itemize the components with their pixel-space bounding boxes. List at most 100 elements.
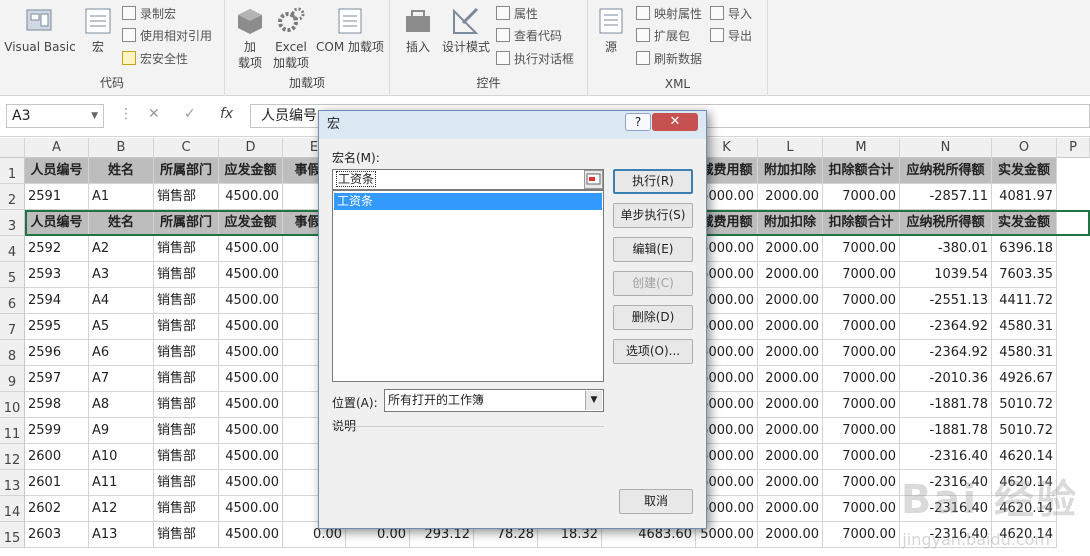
table-cell[interactable]: A4 — [89, 288, 154, 314]
table-cell[interactable]: 7603.35 — [992, 262, 1057, 288]
header-cell[interactable]: 所属部门 — [154, 158, 219, 184]
table-cell[interactable]: 2000.00 — [758, 496, 823, 522]
table-cell[interactable]: 4411.72 — [992, 288, 1057, 314]
row-header[interactable]: 3 — [0, 210, 25, 236]
create-button[interactable]: 创建(C) — [613, 271, 693, 296]
delete-button[interactable]: 删除(D) — [613, 305, 693, 330]
column-header-p[interactable]: P — [1057, 138, 1090, 158]
table-cell[interactable]: 5010.72 — [992, 392, 1057, 418]
table-cell[interactable]: 销售部 — [154, 184, 219, 210]
close-button[interactable]: ✕ — [652, 113, 698, 131]
table-cell[interactable]: 7000.00 — [823, 236, 900, 262]
table-cell[interactable]: 销售部 — [154, 522, 219, 548]
table-cell[interactable]: A12 — [89, 496, 154, 522]
header-cell[interactable]: 人员编号 — [25, 158, 89, 184]
macro-security-button[interactable]: 宏安全性 — [122, 49, 188, 69]
table-cell[interactable]: 2598 — [25, 392, 89, 418]
table-cell[interactable]: 销售部 — [154, 366, 219, 392]
insert-control-button[interactable]: 插入 — [398, 6, 438, 55]
table-cell[interactable]: 2000.00 — [758, 184, 823, 210]
com-addins-button[interactable]: COM 加载项 — [313, 6, 387, 55]
table-cell[interactable]: -1881.78 — [900, 392, 992, 418]
header-cell[interactable]: 应发金额 — [219, 210, 283, 236]
table-cell[interactable]: 7000.00 — [823, 314, 900, 340]
run-dialog-button[interactable]: 执行对话框 — [496, 49, 574, 69]
table-cell[interactable]: 4580.31 — [992, 314, 1057, 340]
table-cell[interactable]: 4500.00 — [219, 392, 283, 418]
table-cell[interactable]: 4580.31 — [992, 340, 1057, 366]
table-cell[interactable]: 4500.00 — [219, 314, 283, 340]
table-cell[interactable]: A1 — [89, 184, 154, 210]
header-cell[interactable]: 附加扣除 — [758, 158, 823, 184]
run-button[interactable]: 执行(R) — [613, 169, 693, 194]
name-box[interactable]: A3▼ — [6, 104, 104, 128]
column-header-l[interactable]: L — [758, 138, 823, 158]
visual-basic-button[interactable]: Visual Basic — [4, 6, 76, 55]
table-cell[interactable]: 4500.00 — [219, 444, 283, 470]
table-cell[interactable]: 2596 — [25, 340, 89, 366]
column-header-m[interactable]: M — [823, 138, 900, 158]
table-cell[interactable]: 2000.00 — [758, 366, 823, 392]
table-cell[interactable]: 销售部 — [154, 418, 219, 444]
table-cell[interactable]: 2603 — [25, 522, 89, 548]
macro-list[interactable]: 工资条 — [332, 190, 604, 382]
enter-icon[interactable]: ✓ — [184, 106, 196, 122]
table-cell[interactable]: 销售部 — [154, 288, 219, 314]
table-cell[interactable]: 4081.97 — [992, 184, 1057, 210]
table-cell[interactable]: 1039.54 — [900, 262, 992, 288]
list-item[interactable]: 工资条 — [334, 193, 602, 210]
macro-name-input[interactable]: 工资条 — [332, 169, 604, 190]
record-macro-button[interactable]: 录制宏 — [122, 4, 176, 24]
table-cell[interactable]: 7000.00 — [823, 262, 900, 288]
header-cell[interactable]: 人员编号 — [25, 210, 89, 236]
addins-button[interactable]: 加 载项 — [233, 6, 267, 71]
table-cell[interactable]: 2593 — [25, 262, 89, 288]
row-header[interactable]: 7 — [0, 314, 25, 340]
view-code-button[interactable]: 查看代码 — [496, 26, 562, 46]
table-cell[interactable]: 7000.00 — [823, 340, 900, 366]
row-header[interactable]: 10 — [0, 392, 25, 418]
options-button[interactable]: 选项(O)... — [613, 339, 693, 364]
header-cell[interactable]: 扣除额合计 — [823, 158, 900, 184]
chevron-down-icon[interactable]: ▼ — [91, 105, 98, 127]
map-properties-button[interactable]: 映射属性 — [636, 4, 702, 24]
table-cell[interactable]: A10 — [89, 444, 154, 470]
chevron-down-icon[interactable]: ▼ — [585, 391, 602, 410]
table-cell[interactable]: 2591 — [25, 184, 89, 210]
table-cell[interactable]: 2000.00 — [758, 444, 823, 470]
table-cell[interactable]: 2602 — [25, 496, 89, 522]
row-header[interactable]: 5 — [0, 262, 25, 288]
column-header-d[interactable]: D — [219, 138, 283, 158]
relative-reference-button[interactable]: 使用相对引用 — [122, 26, 212, 46]
table-cell[interactable]: 销售部 — [154, 340, 219, 366]
table-cell[interactable]: 2000.00 — [758, 522, 823, 548]
table-cell[interactable]: A5 — [89, 314, 154, 340]
table-cell[interactable]: 2601 — [25, 470, 89, 496]
table-cell[interactable]: -2857.11 — [900, 184, 992, 210]
table-cell[interactable]: -1881.78 — [900, 418, 992, 444]
header-cell[interactable]: 姓名 — [89, 158, 154, 184]
table-cell[interactable]: 2000.00 — [758, 236, 823, 262]
help-button[interactable]: ? — [625, 113, 651, 131]
header-cell[interactable]: 实发金额 — [992, 158, 1057, 184]
table-cell[interactable]: A13 — [89, 522, 154, 548]
table-cell[interactable]: 4500.00 — [219, 340, 283, 366]
table-cell[interactable]: 7000.00 — [823, 184, 900, 210]
header-cell[interactable]: 应纳税所得额 — [900, 210, 992, 236]
table-cell[interactable]: 2595 — [25, 314, 89, 340]
table-cell[interactable]: 7000.00 — [823, 392, 900, 418]
table-cell[interactable]: 7000.00 — [823, 522, 900, 548]
refresh-data-button[interactable]: 刷新数据 — [636, 49, 702, 69]
table-cell[interactable]: A6 — [89, 340, 154, 366]
export-button[interactable]: 导出 — [710, 26, 752, 46]
macros-button[interactable]: 宏 — [80, 6, 116, 55]
table-cell[interactable]: 4500.00 — [219, 262, 283, 288]
table-cell[interactable]: 2000.00 — [758, 470, 823, 496]
row-header[interactable]: 6 — [0, 288, 25, 314]
table-cell[interactable]: 7000.00 — [823, 418, 900, 444]
table-cell[interactable]: 4926.67 — [992, 366, 1057, 392]
table-cell[interactable]: 2000.00 — [758, 314, 823, 340]
table-cell[interactable]: 销售部 — [154, 496, 219, 522]
table-cell[interactable]: 4500.00 — [219, 184, 283, 210]
column-header-c[interactable]: C — [154, 138, 219, 158]
